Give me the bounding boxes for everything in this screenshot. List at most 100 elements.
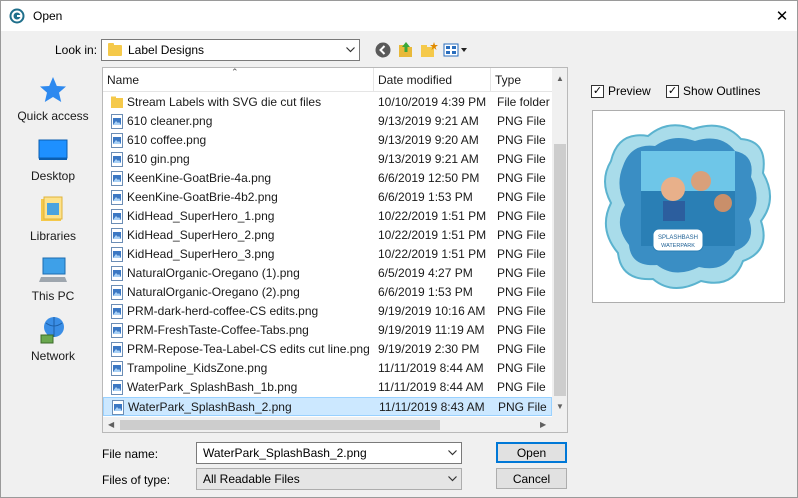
scroll-right-icon[interactable]: ▶ (540, 420, 546, 429)
vertical-scroll-thumb[interactable] (554, 144, 566, 396)
checkbox-box[interactable]: ✓ (666, 84, 679, 98)
file-row[interactable]: WaterPark_SplashBash_1b.png 11/11/2019 8:… (103, 378, 552, 397)
checkbox-label: Preview (608, 84, 651, 98)
file-row[interactable]: WaterPark_SplashBash_2.png 11/11/2019 8:4… (103, 397, 552, 416)
view-menu-button[interactable] (443, 40, 469, 60)
file-date-cell: 11/11/2019 8:43 AM (379, 400, 485, 414)
file-row[interactable]: 610 coffee.png 9/13/2019 9:20 AM PNG File (103, 131, 552, 150)
look-in-value: Label Designs (128, 43, 205, 57)
png-file-icon (111, 361, 123, 376)
close-icon: ✕ (775, 8, 789, 25)
file-name-cell: Trampoline_KidsZone.png (127, 361, 268, 375)
computer-icon (39, 257, 67, 282)
file-date-cell: 11/11/2019 8:44 AM (378, 380, 484, 394)
place-libraries[interactable]: Libraries (9, 195, 97, 243)
file-date-cell: 9/13/2019 9:21 AM (378, 114, 479, 128)
check-icon: ✓ (667, 84, 678, 97)
look-in-dropdown[interactable]: Label Designs (101, 39, 360, 61)
file-date-cell: 11/11/2019 8:44 AM (378, 361, 484, 375)
file-row[interactable]: PRM-Repose-Tea-Label-CS edits cut line.p… (103, 340, 552, 359)
close-button[interactable]: ✕ (767, 1, 797, 31)
png-file-icon (111, 247, 123, 262)
file-row[interactable]: KidHead_SuperHero_1.png 10/22/2019 1:51 P… (103, 207, 552, 226)
file-type-cell: PNG File (497, 247, 546, 261)
file-type-cell: PNG File (497, 342, 546, 356)
check-icon: ✓ (592, 84, 603, 97)
back-button[interactable] (373, 40, 393, 60)
logo-text-line2: WATERPARK (661, 243, 695, 249)
preview-checkbox[interactable]: ✓ Preview (591, 84, 651, 98)
cancel-button[interactable]: Cancel (496, 468, 567, 489)
column-header-date[interactable]: Date modified (374, 68, 491, 92)
place-label: This PC (31, 289, 75, 303)
file-name-cell: KeenKine-GoatBrie-4b2.png (127, 190, 278, 204)
file-type-value: All Readable Files (203, 472, 300, 486)
scroll-down-icon[interactable]: ▼ (556, 402, 564, 411)
file-row[interactable]: 610 cleaner.png 9/13/2019 9:21 AM PNG File (103, 112, 552, 131)
file-row[interactable]: NaturalOrganic-Oregano (1).png 6/5/2019 4… (103, 264, 552, 283)
file-type-cell: PNG File (497, 209, 546, 223)
file-date-cell: 6/6/2019 12:50 PM (378, 171, 480, 185)
file-name-value[interactable]: WaterPark_SplashBash_2.png (197, 446, 444, 460)
chevron-down-icon (444, 469, 461, 489)
file-name-cell: WaterPark_SplashBash_2.png (128, 400, 292, 414)
horizontal-scrollbar[interactable]: ◀ ▶ (103, 417, 552, 432)
file-name-cell: 610 cleaner.png (127, 114, 213, 128)
folder-row[interactable]: Stream Labels with SVG die cut files 10/1… (103, 93, 552, 112)
file-name-input[interactable]: WaterPark_SplashBash_2.png (196, 442, 462, 464)
png-file-icon (111, 228, 123, 243)
desktop-icon (38, 139, 68, 160)
file-name-cell: 610 gin.png (127, 152, 190, 166)
place-quick-access[interactable]: Quick access (9, 75, 97, 123)
place-this-pc[interactable]: This PC (9, 255, 97, 303)
file-type-cell: PNG File (497, 304, 546, 318)
png-file-icon (111, 152, 123, 167)
file-row[interactable]: PRM-dark-herd-coffee-CS edits.png 9/19/20… (103, 302, 552, 321)
scroll-left-icon[interactable]: ◀ (108, 420, 114, 429)
file-type-cell: PNG File (497, 285, 546, 299)
column-header-type[interactable]: Type (491, 68, 552, 92)
file-date-cell: 6/6/2019 1:53 PM (378, 190, 473, 204)
checkbox-box[interactable]: ✓ (591, 84, 604, 98)
file-row[interactable]: KidHead_SuperHero_2.png 10/22/2019 1:51 P… (103, 226, 552, 245)
show-outlines-checkbox[interactable]: ✓ Show Outlines (666, 84, 760, 98)
chevron-down-icon[interactable] (444, 443, 461, 463)
file-type-cell: File folder (497, 95, 550, 109)
place-label: Network (30, 349, 75, 363)
place-desktop[interactable]: Desktop (9, 135, 97, 183)
file-type-dropdown[interactable]: All Readable Files (196, 468, 462, 490)
app-logo-icon (9, 8, 25, 24)
file-row[interactable]: KeenKine-GoatBrie-4a.png 6/6/2019 12:50 P… (103, 169, 552, 188)
file-row[interactable]: PRM-FreshTaste-Coffee-Tabs.png 9/19/2019 … (103, 321, 552, 340)
file-row[interactable]: KeenKine-GoatBrie-4b2.png 6/6/2019 1:53 P… (103, 188, 552, 207)
file-row[interactable]: NaturalOrganic-Oregano (2).png 6/6/2019 1… (103, 283, 552, 302)
new-folder-button[interactable] (419, 40, 439, 60)
file-name-label: File name: (102, 447, 159, 461)
file-type-cell: PNG File (497, 133, 546, 147)
file-name-cell: NaturalOrganic-Oregano (1).png (127, 266, 300, 280)
file-row[interactable]: KidHead_SuperHero_3.png 10/22/2019 1:51 P… (103, 245, 552, 264)
png-file-icon (111, 304, 123, 319)
file-name-cell: PRM-dark-herd-coffee-CS edits.png (127, 304, 319, 318)
file-type-cell: PNG File (497, 114, 546, 128)
scroll-up-icon[interactable]: ▲ (556, 74, 564, 83)
vertical-scrollbar[interactable]: ▲ ▼ (552, 68, 567, 417)
file-date-cell: 9/19/2019 11:19 AM (378, 323, 485, 337)
horizontal-scroll-thumb[interactable] (120, 420, 440, 430)
file-name-cell: PRM-Repose-Tea-Label-CS edits cut line.p… (127, 342, 370, 356)
place-network[interactable]: Network (9, 315, 97, 363)
file-name-cell: KeenKine-GoatBrie-4a.png (127, 171, 272, 185)
column-header-name[interactable]: Name (103, 68, 374, 92)
file-row[interactable]: 610 gin.png 9/13/2019 9:21 AM PNG File (103, 150, 552, 169)
up-folder-button[interactable] (396, 40, 416, 60)
png-file-icon (111, 380, 123, 395)
file-list[interactable]: ⌃ Name Date modified Type Stream Labels … (102, 67, 568, 433)
png-file-icon (112, 400, 124, 415)
file-name-cell: KidHead_SuperHero_2.png (127, 228, 275, 242)
file-type-cell: PNG File (497, 361, 546, 375)
file-row[interactable]: Trampoline_KidsZone.png 11/11/2019 8:44 A… (103, 359, 552, 378)
open-button[interactable]: Open (496, 442, 567, 463)
file-type-cell: PNG File (497, 171, 546, 185)
png-file-icon (111, 266, 123, 281)
new-folder-icon (421, 42, 438, 57)
